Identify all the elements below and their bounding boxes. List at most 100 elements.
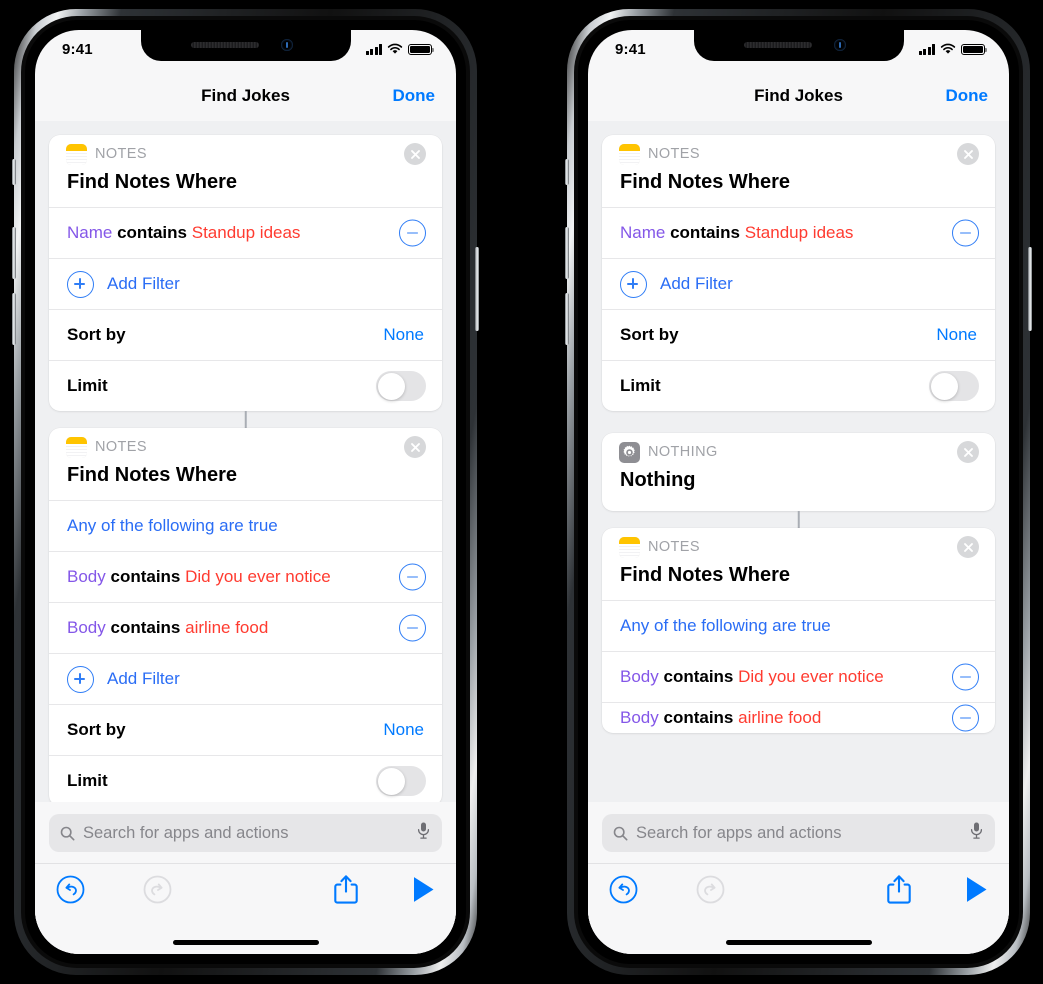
filter-field: Name <box>620 223 666 242</box>
remove-filter-icon[interactable] <box>399 614 426 642</box>
add-filter-row[interactable]: Add Filter <box>49 653 442 704</box>
cellular-bars-icon <box>365 44 382 55</box>
phone-right-after: 9:41 Find Jokes Done NOTES Find Notes Wh… <box>565 9 1032 975</box>
add-filter-label: Add Filter <box>660 274 733 293</box>
limit-label: Limit <box>620 376 661 395</box>
sort-by-label: Sort by <box>620 325 679 344</box>
navigation-bar: Find Jokes Done <box>588 74 1009 121</box>
close-icon[interactable] <box>957 536 979 558</box>
add-filter-row[interactable]: Add Filter <box>49 258 442 309</box>
remove-filter-icon[interactable] <box>952 704 979 732</box>
filter-row-body-notice[interactable]: Body contains Did you ever notice <box>49 551 442 602</box>
remove-filter-icon[interactable] <box>952 219 979 247</box>
remove-filter-icon[interactable] <box>952 663 979 691</box>
search-input[interactable]: Search for apps and actions <box>49 814 442 852</box>
limit-row[interactable]: Limit <box>49 755 442 806</box>
action-card-find-notes-2[interactable]: NOTES Find Notes Where Any of the follow… <box>49 428 442 806</box>
done-button[interactable]: Done <box>946 86 989 106</box>
done-button[interactable]: Done <box>393 86 436 106</box>
notes-app-icon <box>619 537 640 558</box>
card-app-name: NOTHING <box>648 444 718 460</box>
condition-mode-row[interactable]: Any of the following are true <box>602 600 995 651</box>
sort-by-row[interactable]: Sort by None <box>49 704 442 755</box>
filter-value: Standup ideas <box>191 223 301 242</box>
close-icon[interactable] <box>957 441 979 463</box>
volume-up-button[interactable] <box>12 227 16 279</box>
add-filter-label: Add Filter <box>107 274 180 293</box>
close-icon[interactable] <box>957 143 979 165</box>
action-card-nothing[interactable]: NOTHING Nothing <box>602 433 995 511</box>
add-filter-icon[interactable] <box>620 270 647 298</box>
filter-value: airline food <box>738 708 822 727</box>
power-button[interactable] <box>475 247 479 331</box>
notch <box>140 30 351 61</box>
earpiece-speaker <box>743 42 812 48</box>
sort-by-value[interactable]: None <box>936 325 977 345</box>
sort-by-value[interactable]: None <box>383 325 424 345</box>
filter-operator: contains <box>117 223 187 242</box>
card-header: NOTHING <box>602 433 995 471</box>
sort-by-row[interactable]: Sort by None <box>49 309 442 360</box>
phone-screen: 9:41 Find Jokes Done NOTES Find Notes Wh… <box>35 30 456 954</box>
status-indicators <box>918 43 987 55</box>
remove-filter-icon[interactable] <box>399 563 426 591</box>
close-icon[interactable] <box>404 436 426 458</box>
bottom-bar: Search for apps and actions <box>588 802 1009 954</box>
sort-by-label: Sort by <box>67 325 126 344</box>
limit-row[interactable]: Limit <box>49 360 442 411</box>
filter-row-body-airline[interactable]: Body contains airline food <box>49 602 442 653</box>
status-time: 9:41 <box>62 41 93 58</box>
power-button[interactable] <box>1028 247 1032 331</box>
filter-field: Name <box>67 223 113 242</box>
screenshot-stage: 9:41 Find Jokes Done NOTES Find Notes Wh… <box>0 0 1043 984</box>
undo-icon[interactable] <box>56 875 85 909</box>
volume-down-button[interactable] <box>12 293 16 345</box>
card-header: NOTES <box>49 428 442 466</box>
play-icon[interactable] <box>411 876 436 909</box>
search-input[interactable]: Search for apps and actions <box>602 814 995 852</box>
microphone-icon[interactable] <box>970 822 983 845</box>
filter-row-name-standup[interactable]: Name contains Standup ideas <box>49 207 442 258</box>
undo-icon[interactable] <box>609 875 638 909</box>
limit-toggle-off[interactable] <box>376 371 426 401</box>
close-icon[interactable] <box>404 143 426 165</box>
filter-value: Did you ever notice <box>185 567 331 586</box>
add-filter-icon[interactable] <box>67 665 94 693</box>
filter-operator: contains <box>670 223 740 242</box>
sort-by-value[interactable]: None <box>383 720 424 740</box>
volume-down-button[interactable] <box>565 293 569 345</box>
remove-filter-icon[interactable] <box>399 219 426 247</box>
home-indicator[interactable] <box>725 940 872 945</box>
card-title: Find Notes Where <box>67 464 238 486</box>
search-container: Search for apps and actions <box>35 802 456 863</box>
card-title: Nothing <box>620 469 696 491</box>
add-filter-row[interactable]: Add Filter <box>602 258 995 309</box>
add-filter-icon[interactable] <box>67 270 94 298</box>
redo-icon <box>143 875 172 909</box>
filter-row-body-notice[interactable]: Body contains Did you ever notice <box>602 651 995 702</box>
share-icon[interactable] <box>886 874 912 910</box>
sort-by-row[interactable]: Sort by None <box>602 309 995 360</box>
search-icon <box>60 826 75 840</box>
microphone-icon[interactable] <box>417 822 430 845</box>
filter-operator: contains <box>110 618 181 637</box>
play-icon[interactable] <box>964 876 989 909</box>
card-connector <box>35 411 456 428</box>
action-toolbar <box>35 863 456 920</box>
action-card-find-notes-2[interactable]: NOTES Find Notes Where Any of the follow… <box>602 528 995 733</box>
battery-full-icon <box>961 43 987 55</box>
action-card-find-notes-1[interactable]: NOTES Find Notes Where Name contains Sta… <box>602 135 995 411</box>
condition-mode-row[interactable]: Any of the following are true <box>49 500 442 551</box>
limit-toggle-off[interactable] <box>376 766 426 796</box>
limit-row[interactable]: Limit <box>602 360 995 411</box>
action-card-find-notes-1[interactable]: NOTES Find Notes Where Name contains Sta… <box>49 135 442 411</box>
mute-switch[interactable] <box>12 159 16 185</box>
filter-value: Standup ideas <box>744 223 854 242</box>
home-indicator[interactable] <box>172 940 319 945</box>
limit-toggle-off[interactable] <box>929 371 979 401</box>
filter-row-body-airline[interactable]: Body contains airline food <box>602 702 995 733</box>
filter-row-name-standup[interactable]: Name contains Standup ideas <box>602 207 995 258</box>
mute-switch[interactable] <box>565 159 569 185</box>
share-icon[interactable] <box>333 874 359 910</box>
volume-up-button[interactable] <box>565 227 569 279</box>
